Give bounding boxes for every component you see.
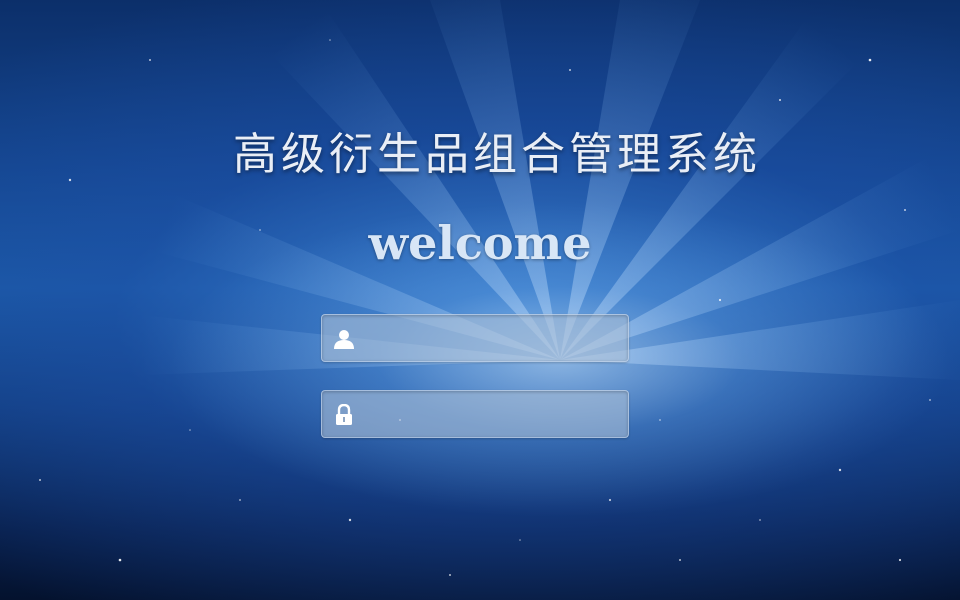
user-icon — [334, 330, 354, 349]
username-field[interactable] — [321, 314, 629, 362]
lock-icon — [336, 404, 352, 425]
space-background — [0, 0, 960, 600]
username-input[interactable] — [366, 315, 622, 361]
light-rays-decoration — [0, 0, 960, 576]
welcome-heading: welcome — [368, 216, 592, 270]
page-title: 高级衍生品组合管理系统 — [233, 129, 761, 180]
password-field[interactable] — [321, 390, 629, 438]
password-input[interactable] — [366, 391, 622, 437]
